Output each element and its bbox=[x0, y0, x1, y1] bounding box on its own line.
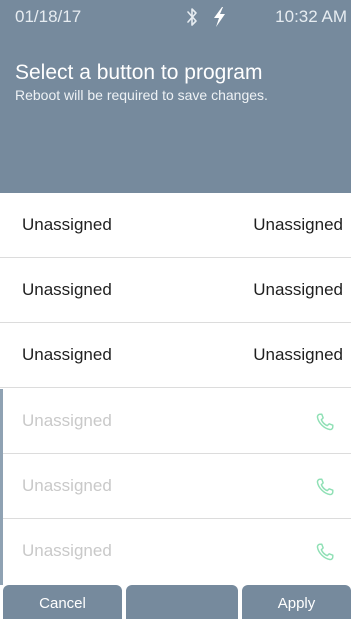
phone-icon bbox=[316, 478, 334, 496]
row-right-label: Unassigned bbox=[253, 345, 343, 364]
bluetooth-icon bbox=[187, 8, 197, 26]
list-item[interactable]: Unassigned bbox=[0, 389, 351, 454]
list-item[interactable]: Unassigned Unassigned bbox=[0, 323, 351, 388]
scroll-edge-indicator bbox=[0, 389, 3, 585]
page-subtitle: Reboot will be required to save changes. bbox=[15, 87, 268, 103]
list-item[interactable]: Unassigned Unassigned bbox=[0, 193, 351, 258]
row-left-label: Unassigned bbox=[22, 280, 112, 299]
header-panel: 01/18/17 10:32 AM Select a button to pro… bbox=[0, 0, 351, 193]
list-item[interactable]: Unassigned Unassigned bbox=[0, 258, 351, 323]
title-block: Select a button to program Reboot will b… bbox=[15, 60, 345, 104]
phone-icon bbox=[316, 413, 334, 431]
list-item[interactable]: Unassigned bbox=[0, 454, 351, 519]
lightning-icon bbox=[214, 7, 225, 27]
button-list: Unassigned Unassigned Unassigned Unassig… bbox=[0, 193, 351, 585]
list-item[interactable]: Unassigned bbox=[0, 519, 351, 584]
row-left-label: Unassigned bbox=[22, 215, 112, 234]
cancel-button[interactable]: Cancel bbox=[3, 585, 122, 619]
row-right-label: Unassigned bbox=[253, 215, 343, 234]
phone-screen: 01/18/17 10:32 AM Select a button to pro… bbox=[0, 0, 351, 619]
row-right-label: Unassigned bbox=[253, 280, 343, 299]
row-left-label: Unassigned bbox=[22, 476, 112, 495]
status-time: 10:32 AM bbox=[275, 7, 347, 26]
middle-softkey[interactable] bbox=[126, 585, 238, 619]
status-icons bbox=[184, 5, 230, 29]
phone-icon bbox=[316, 543, 334, 561]
status-bar: 01/18/17 10:32 AM bbox=[6, 0, 347, 34]
row-left-label: Unassigned bbox=[22, 345, 112, 364]
softkey-bar: Cancel Apply bbox=[0, 585, 351, 619]
apply-button[interactable]: Apply bbox=[242, 585, 351, 619]
status-date: 01/18/17 bbox=[15, 7, 82, 26]
page-title: Select a button to program bbox=[15, 61, 263, 84]
row-left-label: Unassigned bbox=[22, 541, 112, 560]
row-left-label: Unassigned bbox=[22, 411, 112, 430]
